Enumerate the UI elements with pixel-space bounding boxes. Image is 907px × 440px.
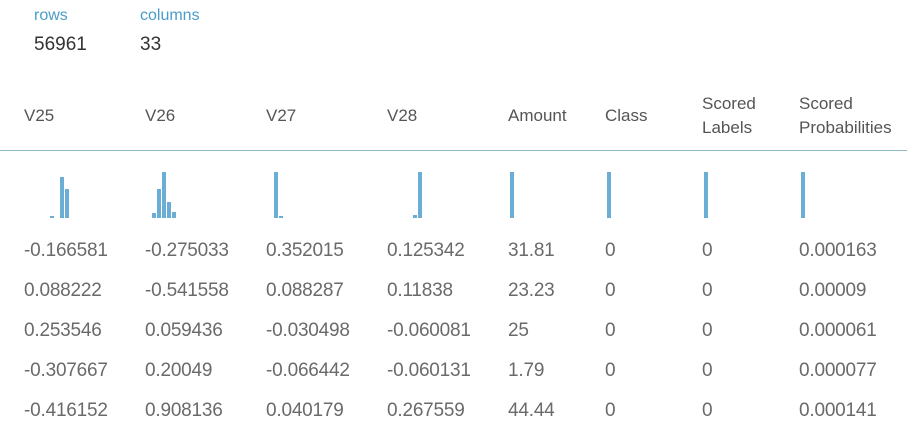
histogram-bar [274, 172, 278, 218]
table-cell[interactable]: -0.166581 [24, 240, 108, 262]
table-cell[interactable]: -0.307667 [24, 360, 108, 382]
rows-label: rows [34, 7, 68, 24]
histogram-bar [167, 202, 171, 218]
table-cell[interactable]: 0.000077 [799, 360, 877, 382]
table-cell[interactable]: -0.060131 [387, 360, 471, 382]
table-cell[interactable]: 0.20049 [145, 360, 212, 382]
table-cell[interactable]: 0.11838 [387, 280, 453, 302]
histogram-bar [152, 213, 156, 218]
table-cell[interactable]: -0.066442 [266, 360, 350, 382]
column-header-scored-labels[interactable]: Scored Labels [702, 92, 756, 140]
histogram-bar [60, 177, 64, 218]
histogram-bar [413, 215, 417, 218]
table-cell[interactable]: 0 [605, 240, 616, 262]
table-cell[interactable]: 25 [508, 320, 529, 342]
table-cell[interactable]: 0.352015 [266, 240, 344, 262]
column-header-label-line1: Scored [799, 94, 853, 113]
table-cell[interactable]: -0.030498 [266, 320, 350, 342]
histogram-v26[interactable] [152, 172, 212, 218]
column-header-scored-probabilities[interactable]: Scored Probabilities [799, 92, 892, 140]
columns-count: 33 [140, 34, 162, 55]
column-header-amount[interactable]: Amount [508, 104, 567, 128]
histogram-bar [418, 172, 422, 218]
histogram-chart [607, 172, 611, 218]
histogram-chart [50, 177, 69, 218]
column-header-label: V28 [387, 106, 418, 125]
table-cell[interactable]: -0.275033 [145, 240, 229, 262]
column-header-label-line1: Scored [702, 94, 756, 113]
column-header-class[interactable]: Class [605, 104, 648, 128]
histogram-v28[interactable] [413, 172, 473, 218]
table-cell[interactable]: 0.059436 [145, 320, 223, 342]
histogram-bar [279, 216, 283, 218]
table-cell[interactable]: -0.416152 [24, 400, 108, 422]
column-header-label: Amount [508, 106, 567, 125]
table-cell[interactable]: 0 [702, 320, 713, 342]
table-cell[interactable]: 0.125342 [387, 240, 465, 262]
table-cell[interactable]: 0.000061 [799, 320, 877, 342]
histogram-bar [162, 172, 166, 218]
table-cell[interactable]: 0 [605, 320, 616, 342]
histogram-amount[interactable] [510, 172, 570, 218]
histogram-bar [510, 172, 514, 218]
histogram-bar [65, 189, 69, 218]
histogram-scored-labels[interactable] [704, 172, 764, 218]
table-cell[interactable]: 0 [702, 360, 713, 382]
histogram-bar [801, 172, 805, 218]
table-cell[interactable]: 0.00009 [799, 280, 866, 302]
histogram-chart [152, 172, 176, 218]
column-header-v28[interactable]: V28 [387, 104, 417, 128]
histogram-chart [413, 172, 422, 218]
histogram-chart [274, 172, 283, 218]
table-cell[interactable]: 0 [605, 360, 616, 382]
table-cell[interactable]: 0.000163 [799, 240, 877, 262]
column-header-label: V27 [266, 106, 297, 125]
columns-label: columns [140, 7, 200, 24]
column-header-label-line2: Probabilities [799, 118, 892, 137]
table-cell[interactable]: 1.79 [508, 360, 544, 382]
column-header-label: V26 [145, 106, 176, 125]
histogram-v27[interactable] [274, 172, 334, 218]
table-cell[interactable]: -0.060081 [387, 320, 471, 342]
histogram-scored-probabilities[interactable] [801, 172, 861, 218]
column-header-label-line2: Labels [702, 118, 753, 137]
table-cell[interactable]: 0.253546 [24, 320, 102, 342]
histogram-chart [704, 172, 708, 218]
column-header-label: Class [605, 106, 648, 125]
histogram-bar [607, 172, 611, 218]
table-cell[interactable]: 0.267559 [387, 400, 465, 422]
table-cell[interactable]: 31.81 [508, 240, 555, 262]
table-cell[interactable]: 23.23 [508, 280, 555, 302]
histogram-v25[interactable] [50, 172, 110, 218]
table-cell[interactable]: 44.44 [508, 400, 555, 422]
table-cell[interactable]: 0.908136 [145, 400, 223, 422]
table-cell[interactable]: 0.088287 [266, 280, 344, 302]
column-header-v25[interactable]: V25 [24, 104, 54, 128]
column-header-label: V25 [24, 106, 55, 125]
histogram-bar [157, 189, 161, 218]
table-cell[interactable]: 0.088222 [24, 280, 102, 302]
histogram-chart [510, 172, 514, 218]
histogram-bar [50, 216, 54, 218]
table-cell[interactable]: 0 [605, 280, 616, 302]
table-cell[interactable]: -0.541558 [145, 280, 229, 302]
rows-count: 56961 [34, 34, 87, 55]
header-separator [0, 150, 907, 151]
histogram-bar [704, 172, 708, 218]
column-header-v26[interactable]: V26 [145, 104, 175, 128]
table-cell[interactable]: 0.040179 [266, 400, 344, 422]
table-cell[interactable]: 0.000141 [799, 400, 877, 422]
column-header-v27[interactable]: V27 [266, 104, 296, 128]
histogram-class[interactable] [607, 172, 667, 218]
table-cell[interactable]: 0 [702, 240, 713, 262]
histogram-chart [801, 172, 805, 218]
table-cell[interactable]: 0 [605, 400, 616, 422]
table-cell[interactable]: 0 [702, 400, 713, 422]
histogram-bar [172, 212, 176, 218]
table-cell[interactable]: 0 [702, 280, 713, 302]
